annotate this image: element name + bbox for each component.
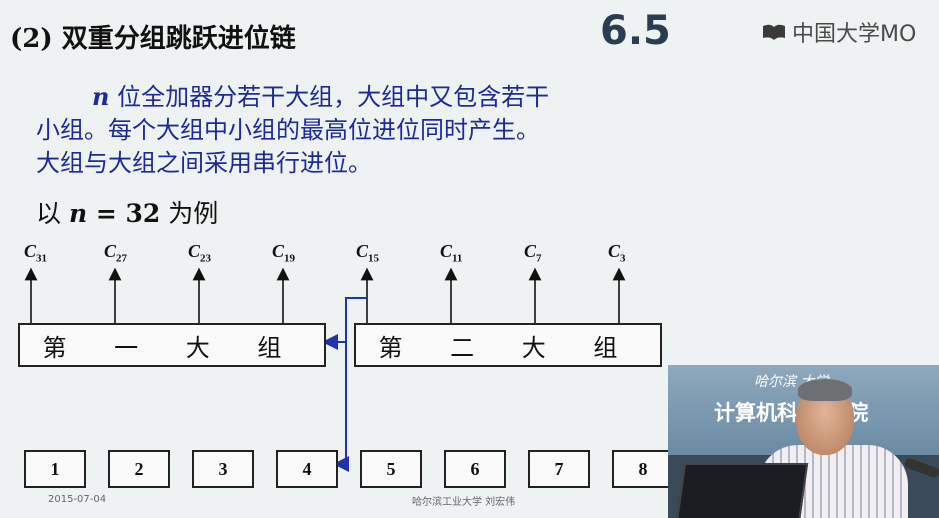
small-group-box: 8	[612, 450, 674, 488]
lecturer-hair	[798, 379, 852, 401]
footer-date: 2015-07-04	[48, 494, 107, 505]
microphone-icon	[903, 457, 939, 479]
small-group-box: 5	[360, 450, 422, 488]
big-group-2: 第 二 大 组	[354, 323, 662, 367]
small-group-box: 3	[192, 450, 254, 488]
big-group-1: 第 一 大 组	[18, 323, 326, 367]
small-group-box: 1	[24, 450, 86, 488]
slide: (2) 双重分组跳跃进位链 6.5 中国大学MO n 位全加器分若干大组，大组中…	[0, 0, 939, 518]
small-group-box: 4	[276, 450, 338, 488]
small-group-box: 6	[444, 450, 506, 488]
laptop	[675, 463, 809, 518]
footer-credit: 哈尔滨工业大学 刘宏伟	[412, 497, 516, 508]
lecturer-webcam: 哈尔滨 大学 计算机科 术学院	[668, 365, 939, 518]
small-group-box: 2	[108, 450, 170, 488]
small-group-box: 7	[528, 450, 590, 488]
